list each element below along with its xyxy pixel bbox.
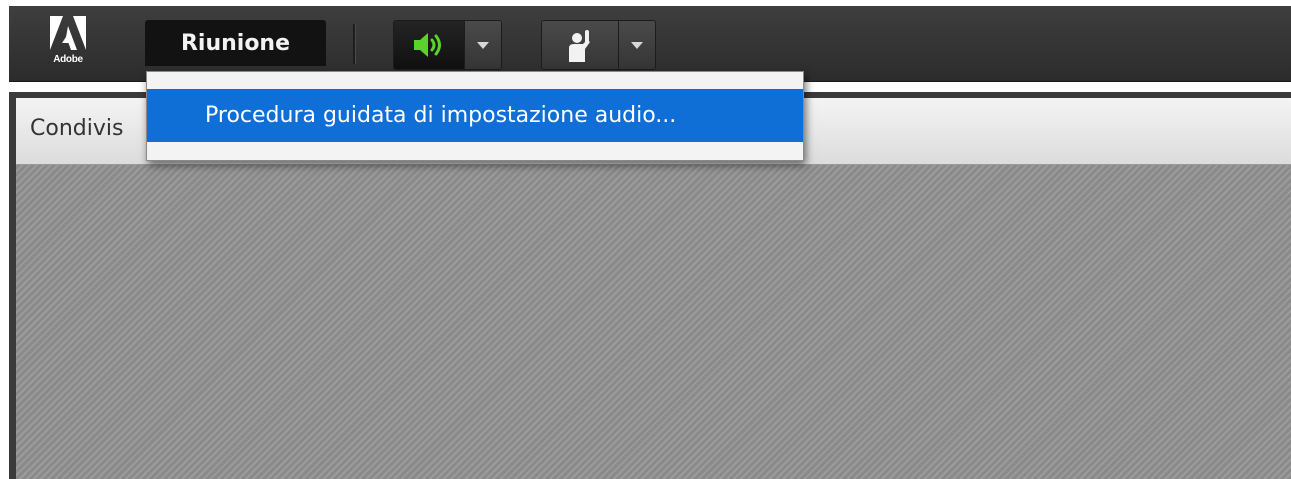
pod-title: Condivis xyxy=(30,116,124,141)
audio-dropdown-button[interactable] xyxy=(464,21,501,69)
adobe-logo-icon xyxy=(50,16,86,50)
audio-button-group xyxy=(393,20,502,70)
chevron-down-icon xyxy=(477,41,489,49)
toolbar-divider xyxy=(353,24,356,64)
share-pod-content xyxy=(16,165,1291,479)
raise-hand-icon xyxy=(569,30,590,62)
status-button-group xyxy=(541,20,656,70)
chevron-down-icon xyxy=(631,41,643,49)
meeting-menu[interactable]: Riunione xyxy=(145,20,326,66)
adobe-logo-text: Adobe xyxy=(53,54,83,65)
adobe-logo: Adobe xyxy=(44,16,92,74)
status-dropdown-button[interactable] xyxy=(618,21,655,69)
raise-hand-button[interactable] xyxy=(542,21,618,69)
audio-dropdown-menu: Procedura guidata di impostazione audio.… xyxy=(146,71,804,161)
adobe-connect-window: Adobe Riunione Condivis Procedura guidat… xyxy=(0,0,1291,479)
menu-item-audio-setup-wizard[interactable]: Procedura guidata di impostazione audio.… xyxy=(147,89,803,142)
audio-button[interactable] xyxy=(394,21,464,69)
speaker-icon xyxy=(414,33,441,57)
